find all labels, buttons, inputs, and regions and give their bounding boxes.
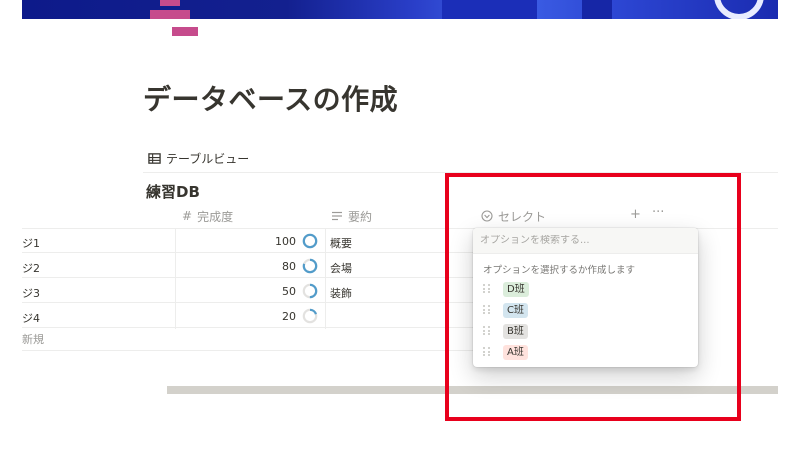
tab-table-view[interactable]: テーブルビュー	[148, 149, 249, 167]
summary-cell[interactable]: 装飾	[330, 285, 352, 301]
progress-ring-icon	[302, 308, 318, 324]
option-tag: D班	[503, 281, 529, 297]
option-search	[473, 228, 698, 254]
column-label: 要約	[348, 209, 373, 224]
page-icon[interactable]	[150, 0, 200, 38]
summary-cell[interactable]: 概要	[330, 235, 352, 251]
table-row[interactable]: ジ3 50 装飾	[22, 279, 474, 303]
dropdown-hint: オプションを選択するか作成します	[483, 265, 636, 276]
column-header-summary[interactable]: 要約	[331, 207, 372, 225]
drag-handle-icon[interactable]	[483, 326, 491, 336]
progress-value: 50	[282, 285, 296, 298]
progress-ring-icon	[302, 258, 318, 274]
option-item[interactable]: A班	[483, 343, 688, 361]
column-divider	[175, 229, 176, 329]
cover-shape	[442, 0, 537, 19]
page-cover	[22, 0, 778, 19]
option-item[interactable]: D班	[483, 280, 688, 298]
column-header-progress[interactable]: # 完成度	[182, 207, 233, 225]
divider	[22, 350, 474, 351]
select-options-dropdown: オプションを選択するか作成します D班 C班 B班 A班	[473, 228, 698, 367]
option-tag: C班	[503, 302, 528, 318]
drag-handle-icon[interactable]	[483, 347, 491, 357]
progress-value: 100	[275, 235, 296, 248]
database-title[interactable]: 練習DB	[146, 181, 200, 202]
tab-label: テーブルビュー	[166, 151, 250, 166]
row-name[interactable]: ジ3	[22, 285, 40, 301]
column-label: 完成度	[197, 209, 234, 224]
column-divider	[325, 229, 326, 329]
row-name[interactable]: ジ1	[22, 235, 40, 251]
table-icon	[148, 152, 161, 164]
option-tag: A班	[503, 344, 528, 360]
summary-cell[interactable]: 会場	[330, 260, 352, 276]
option-search-input[interactable]	[480, 235, 691, 246]
table-row[interactable]: ジ4 20	[22, 304, 474, 328]
page-title[interactable]: データベースの作成	[143, 78, 398, 118]
progress-value: 80	[282, 260, 296, 273]
progress-value: 20	[282, 310, 296, 323]
row-name[interactable]: ジ4	[22, 310, 40, 326]
option-item[interactable]: C班	[483, 301, 688, 319]
hash-icon: #	[182, 209, 193, 223]
cover-shape	[582, 0, 612, 19]
progress-ring-icon	[302, 233, 318, 249]
option-tag: B班	[503, 323, 528, 339]
row-name[interactable]: ジ2	[22, 260, 40, 276]
text-lines-icon	[332, 211, 342, 221]
option-item[interactable]: B班	[483, 322, 688, 340]
drag-handle-icon[interactable]	[483, 284, 491, 294]
drag-handle-icon[interactable]	[483, 305, 491, 315]
table-row[interactable]: ジ1 100 概要	[22, 229, 474, 253]
new-row-button[interactable]: 新規	[22, 331, 44, 347]
progress-ring-icon	[302, 283, 318, 299]
cover-logo	[714, 0, 764, 19]
table-row[interactable]: ジ2 80 会場	[22, 254, 474, 278]
